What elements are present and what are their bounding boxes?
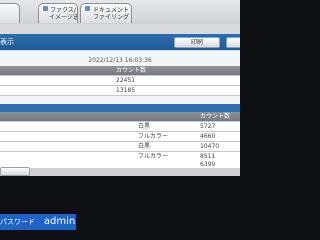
- table-row: フルカラー 4660: [0, 132, 240, 142]
- table2-type: フルカラー: [138, 133, 168, 140]
- table1-count-value: 13185: [116, 87, 136, 94]
- title-bar: 表示 印刷: [0, 34, 240, 50]
- tab-document-label: ドキュメント ファイリング: [92, 7, 129, 21]
- table1-count-value: 22451: [116, 77, 136, 84]
- table-row: 白黒 10470: [0, 142, 240, 152]
- login-status[interactable]: パスワード admin: [0, 214, 76, 230]
- table2-count: 5727: [200, 123, 216, 130]
- tab-fax-label: ファクス/ イメージ送信: [49, 7, 77, 21]
- back-button[interactable]: [0, 167, 30, 176]
- tab-document-filing[interactable]: ドキュメント ファイリング: [80, 3, 132, 23]
- table2-count: 4660: [200, 133, 216, 140]
- user-name: admin: [43, 216, 76, 227]
- fax-icon: [43, 6, 48, 11]
- mode-tab-strip: ファクス/ イメージ送信 ドキュメント ファイリング: [0, 0, 240, 24]
- table-row: 白黒 5727: [0, 122, 240, 132]
- table2-type: 白黒: [138, 143, 151, 150]
- table2-count-header: カウント数: [200, 113, 231, 120]
- table1-count-header: カウント数: [116, 67, 147, 74]
- page-title: 表示: [0, 38, 14, 46]
- table2-count: 10470: [200, 143, 220, 150]
- password-label: パスワード: [0, 218, 35, 226]
- print-button[interactable]: 印刷: [174, 37, 220, 48]
- table1-header-row: カウント数: [0, 66, 240, 76]
- table2-header-row: カウント数: [0, 112, 240, 122]
- next-button[interactable]: [226, 37, 240, 48]
- timestamp: 2022/12/13 16:03:36: [88, 57, 152, 64]
- table2-type: 白黒: [138, 123, 151, 130]
- tab-previous[interactable]: [0, 3, 20, 23]
- tab-fax-image-send[interactable]: ファクス/ イメージ送信: [38, 3, 78, 23]
- document-filing-icon: [85, 6, 90, 11]
- table-row: 22451: [0, 76, 240, 86]
- section-divider: [0, 104, 240, 112]
- bottom-bar: [0, 168, 240, 176]
- table-row: 13185: [0, 86, 240, 96]
- device-screen: ファクス/ イメージ送信 ドキュメント ファイリング 表示 印刷 2022/12…: [0, 0, 240, 176]
